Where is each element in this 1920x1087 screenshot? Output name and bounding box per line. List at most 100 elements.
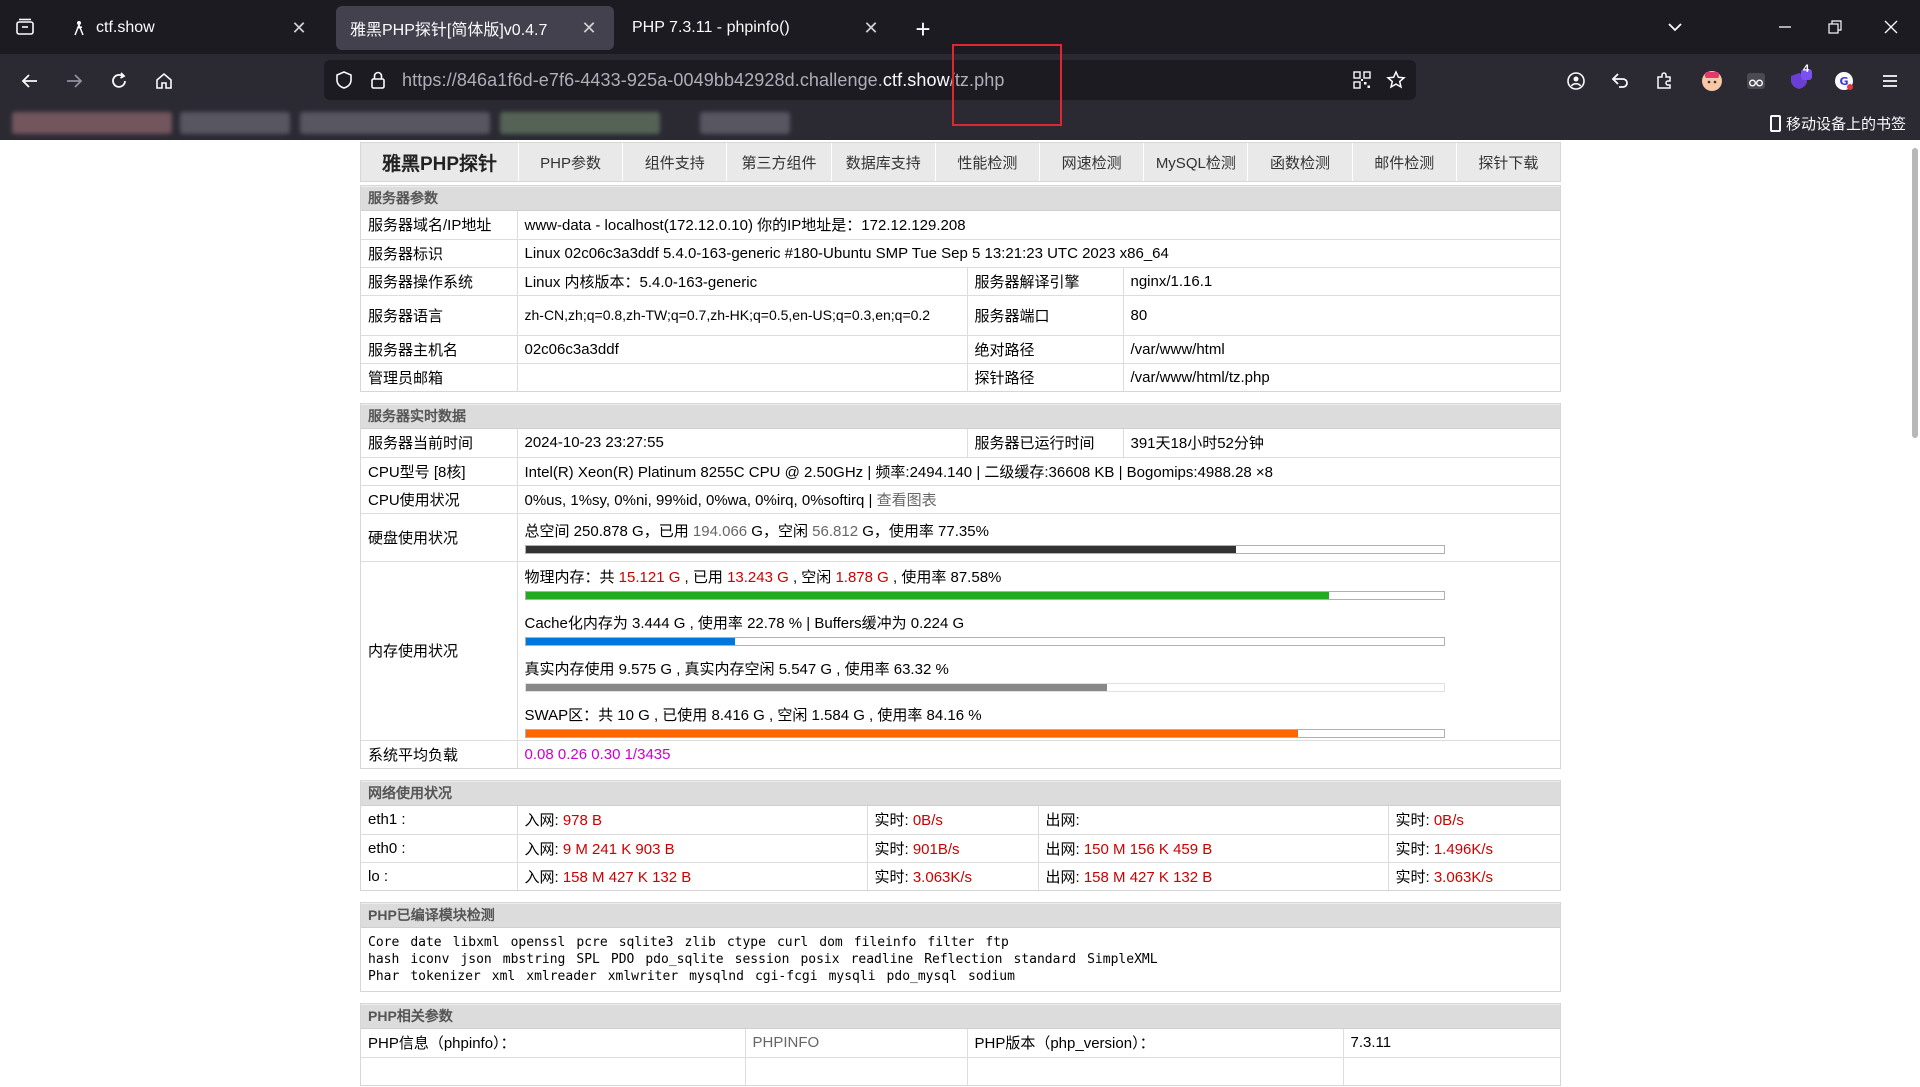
- section-title: PHP已编译模块检测: [361, 903, 1560, 928]
- tab-close-icon[interactable]: ✕: [578, 17, 600, 39]
- label: 出网:: [1045, 812, 1080, 830]
- nav-download[interactable]: 探针下载: [1455, 143, 1560, 181]
- undo-arrow-icon[interactable]: [1604, 65, 1636, 97]
- blurred-bookmark[interactable]: [180, 112, 290, 134]
- minimize-icon[interactable]: [1770, 12, 1800, 42]
- module-name: Reflection: [924, 952, 1003, 967]
- module-name: pcre: [576, 935, 608, 950]
- browser-chrome: ctf.show ✕ 雅黑PHP探针[简体版]v0.4.7 ✕ PHP 7.3.…: [0, 0, 1920, 140]
- tab-phpinfo[interactable]: PHP 7.3.11 - phpinfo() ✕: [618, 6, 896, 50]
- out-value: 158 M 427 K 132 B: [1083, 868, 1213, 886]
- module-name: mbstring: [502, 952, 566, 967]
- module-name: Phar: [368, 969, 400, 984]
- module-name: pdo_sqlite: [645, 952, 724, 967]
- nav-network-speed[interactable]: 网速检测: [1039, 143, 1143, 181]
- url-prefix: https://846a1f6d-e7f6-4433-925a-0049bb42…: [402, 70, 883, 90]
- module-name: mysqlnd: [689, 969, 744, 984]
- in-rt-value: 0B/s: [912, 812, 943, 830]
- cpu-model: Intel(R) Xeon(R) Platinum 8255C CPU @ 2.…: [516, 456, 1560, 486]
- cell-in: 入网: 978 B: [516, 806, 868, 835]
- label: 实时:: [874, 812, 913, 830]
- home-icon[interactable]: [148, 65, 180, 97]
- shield-icon[interactable]: [332, 68, 356, 92]
- section-title: 服务器实时数据: [361, 404, 1560, 429]
- blurred-bookmark[interactable]: [300, 112, 490, 134]
- blurred-bookmark[interactable]: [12, 112, 172, 134]
- cell-label: 服务器标识: [361, 238, 518, 268]
- nav-performance[interactable]: 性能检测: [934, 143, 1039, 181]
- disk-used: 194.066: [692, 523, 748, 540]
- shield-extension-icon[interactable]: 4: [1784, 63, 1816, 97]
- address-bar[interactable]: https://846a1f6d-e7f6-4433-925a-0049bb42…: [324, 60, 1416, 100]
- qr-code-icon[interactable]: [1350, 68, 1374, 92]
- module-name: pdo_mysql: [886, 969, 957, 984]
- mobile-bookmarks-folder[interactable]: 移动设备上的书签: [1769, 113, 1906, 134]
- in-value: 9 M 241 K 903 B: [562, 840, 675, 858]
- modules-line-1: Core date libxml openssl pcre sqlite3 zlib ctyp…: [368, 934, 1553, 951]
- tab-ctfshow[interactable]: ctf.show ✕: [56, 6, 324, 50]
- tab-close-icon[interactable]: ✕: [288, 17, 310, 39]
- nav-mail[interactable]: 邮件检测: [1351, 143, 1456, 181]
- in-value: 978 B: [562, 812, 603, 830]
- tab-close-icon[interactable]: ✕: [860, 17, 882, 39]
- reload-icon[interactable]: [103, 65, 135, 97]
- module-name: Core: [368, 935, 400, 950]
- url-text[interactable]: https://846a1f6d-e7f6-4433-925a-0049bb42…: [402, 70, 1004, 91]
- page-viewport: 雅黑PHP探针 PHP参数 组件支持 第三方组件 数据库支持 性能检测 网速检测…: [0, 140, 1920, 1087]
- module-name: xml: [491, 969, 516, 984]
- menu-hamburger-icon[interactable]: [1874, 65, 1906, 97]
- table-row: eth0 : 入网: 9 M 241 K 903 B 实时: 901B/s 出网…: [361, 833, 1560, 863]
- server-time: 2024-10-23 23:27:55: [516, 429, 968, 458]
- translate-extension-icon[interactable]: G: [1828, 65, 1860, 97]
- back-arrow-icon[interactable]: [14, 65, 46, 97]
- module-name: sodium: [968, 969, 1015, 984]
- nav-mysql[interactable]: MySQL检测: [1143, 143, 1247, 181]
- real-memory-bar: [524, 682, 1445, 692]
- close-window-icon[interactable]: [1876, 12, 1906, 42]
- table-row: 内存使用状况 物理内存：共 15.121 G , 已用 13.243 G , 空…: [361, 560, 1560, 741]
- probe-brand[interactable]: 雅黑PHP探针: [361, 143, 518, 181]
- module-name: cgi-fcgi: [754, 969, 818, 984]
- glasses-extension-icon[interactable]: [1740, 65, 1772, 97]
- phpinfo-link[interactable]: PHPINFO: [744, 1029, 968, 1058]
- cell-in: 入网: 9 M 241 K 903 B: [516, 833, 868, 863]
- extension-avatar-icon[interactable]: [1696, 65, 1728, 97]
- module-name: json: [460, 952, 492, 967]
- new-tab-button[interactable]: +: [908, 14, 938, 44]
- module-name: SimpleXML: [1087, 952, 1158, 967]
- modules-list: Core date libxml openssl pcre sqlite3 zlib ctyp…: [361, 928, 1560, 991]
- account-icon[interactable]: [1560, 65, 1592, 97]
- restore-icon[interactable]: [1820, 12, 1850, 42]
- scrollbar-thumb[interactable]: [1912, 148, 1918, 438]
- blurred-bookmark[interactable]: [500, 112, 660, 134]
- tab-list-icon[interactable]: [10, 12, 40, 42]
- section-title: 服务器参数: [361, 186, 1560, 211]
- cell-label: 服务器语言: [361, 294, 518, 336]
- cell-value: 80: [1122, 294, 1560, 336]
- nav-components[interactable]: 组件支持: [622, 143, 726, 181]
- blurred-bookmark[interactable]: [700, 112, 790, 134]
- cell-out: 出网: 158 M 427 K 132 B: [1037, 861, 1389, 890]
- module-name: xmlreader: [526, 969, 597, 984]
- lock-icon[interactable]: [366, 68, 390, 92]
- nav-php-params[interactable]: PHP参数: [518, 143, 622, 181]
- nav-third-party[interactable]: 第三方组件: [726, 143, 830, 181]
- tab-probe[interactable]: 雅黑PHP探针[简体版]v0.4.7 ✕: [336, 6, 614, 50]
- forward-arrow-icon[interactable]: [58, 65, 90, 97]
- text: 总空间 250.878 G，已用: [524, 523, 693, 540]
- nav-database[interactable]: 数据库支持: [830, 143, 935, 181]
- cell-label: 服务器域名/IP地址: [361, 211, 518, 240]
- view-chart-link[interactable]: 查看图表: [877, 492, 937, 509]
- chevron-down-icon[interactable]: [1660, 12, 1690, 42]
- extensions-puzzle-icon[interactable]: [1648, 65, 1680, 97]
- text: , 已用: [680, 568, 728, 586]
- modules-line-2: hash iconv json mbstring SPL PDO pdo_sqlite ses…: [368, 951, 1553, 968]
- ctfshow-favicon-icon: [70, 19, 88, 37]
- star-icon[interactable]: [1384, 68, 1408, 92]
- section-title: PHP相关参数: [361, 1004, 1560, 1029]
- cell-label: CPU使用状况: [361, 484, 518, 514]
- table-row: 服务器操作系统 Linux 内核版本：5.4.0-163-generic 服务器…: [361, 266, 1560, 296]
- server-params-table: 服务器域名/IP地址 www-data - localhost(172.12.0…: [361, 211, 1560, 391]
- phys-used: 13.243 G: [727, 568, 789, 586]
- nav-functions[interactable]: 函数检测: [1247, 143, 1351, 181]
